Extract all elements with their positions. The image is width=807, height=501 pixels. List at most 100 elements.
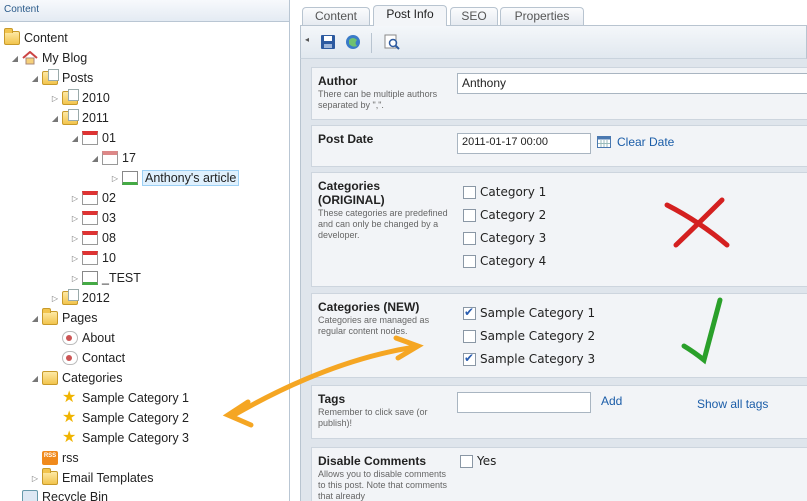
- checkbox-box[interactable]: [463, 254, 476, 268]
- collapsed-arrow-icon[interactable]: ▷: [70, 234, 80, 243]
- checkbox-box[interactable]: [463, 185, 476, 199]
- checkbox-label: Category 1: [480, 185, 547, 199]
- tree-header: Content: [0, 0, 289, 22]
- collapsed-arrow-icon[interactable]: ▷: [30, 474, 40, 483]
- tree-node-2012[interactable]: ▷ 2012: [50, 289, 110, 307]
- checkbox-box[interactable]: [463, 351, 476, 366]
- checkbox-box[interactable]: [463, 231, 476, 245]
- checkbox-box[interactable]: [460, 454, 473, 468]
- preview-icon[interactable]: [384, 34, 400, 50]
- tags-label: Tags: [318, 392, 346, 406]
- tab-post-info[interactable]: Post Info: [373, 5, 447, 26]
- sample-category-1-checkbox[interactable]: Sample Category 1: [463, 305, 595, 320]
- clear-date-link[interactable]: Clear Date: [617, 135, 674, 149]
- categories-folder-icon: [42, 371, 58, 385]
- category-1-checkbox[interactable]: Category 1: [463, 185, 546, 199]
- tags-input[interactable]: [457, 392, 591, 413]
- tree-node-label: _TEST: [102, 271, 141, 285]
- collapsed-arrow-icon[interactable]: ▷: [110, 174, 120, 183]
- post-date-row: Post Date 2011-01-17 00:00 Clear Date: [311, 125, 807, 167]
- editor-panel: Content Post Info SEO Properties ◂ Autho…: [300, 5, 807, 501]
- checkbox-label: Category 3: [480, 231, 547, 245]
- expanded-arrow-icon[interactable]: ◢: [30, 374, 40, 383]
- tree-node-contact[interactable]: Contact: [50, 349, 125, 367]
- expanded-arrow-icon[interactable]: ◢: [70, 134, 80, 143]
- expanded-arrow-icon[interactable]: ◢: [30, 74, 40, 83]
- tree-node-anthonys-article[interactable]: ▷ Anthony's article: [110, 169, 240, 187]
- tree-node-label: Sample Category 2: [82, 411, 190, 425]
- sample-category-3-checkbox[interactable]: Sample Category 3: [463, 351, 596, 366]
- tree-node-2010[interactable]: ▷ 2010: [50, 89, 110, 107]
- tree-node-03[interactable]: ▷ 03: [70, 209, 116, 227]
- tree-node-categories[interactable]: ◢ Categories: [30, 369, 122, 387]
- checkbox-box[interactable]: [463, 208, 476, 222]
- year-folder-icon: [62, 289, 79, 305]
- tree-node-rss[interactable]: RSS rss: [30, 449, 79, 467]
- tree-node-17[interactable]: ◢ 17: [90, 149, 136, 167]
- categories-new-row: Categories (NEW) Categories are managed …: [311, 293, 807, 378]
- tree-node-10[interactable]: ▷ 10: [70, 249, 116, 267]
- tree-node-my-blog[interactable]: ◢ My Blog: [10, 49, 87, 67]
- tree-node-sample-category-3[interactable]: ★ Sample Category 3: [50, 429, 189, 447]
- expanded-arrow-icon[interactable]: ◢: [30, 314, 40, 323]
- checkbox-label: Yes: [477, 454, 497, 468]
- tree-node-label: Sample Category 3: [82, 431, 190, 445]
- author-description: There can be multiple authors separated …: [318, 89, 438, 110]
- tree-node-about[interactable]: About: [50, 329, 115, 347]
- tree-node-label: 02: [102, 191, 116, 205]
- category-3-checkbox[interactable]: Category 3: [463, 231, 546, 245]
- tree-node-sample-category-1[interactable]: ★ Sample Category 1: [50, 389, 189, 407]
- collapsed-arrow-icon[interactable]: ▷: [70, 214, 80, 223]
- add-tag-link[interactable]: Add: [601, 394, 622, 408]
- tab-properties[interactable]: Properties: [500, 7, 584, 25]
- tab-content[interactable]: Content: [302, 7, 370, 25]
- editor-toolbar: ◂: [300, 25, 807, 59]
- tree-node-pages[interactable]: ◢ Pages: [30, 308, 97, 327]
- tags-row: Tags Remember to click save (or publish)…: [311, 385, 807, 439]
- star-icon: ★: [62, 409, 77, 426]
- checkbox-box[interactable]: [463, 329, 476, 343]
- tree-node-content[interactable]: Content: [4, 28, 68, 47]
- tree-node-email-templates[interactable]: ▷ Email Templates: [30, 468, 153, 487]
- collapsed-arrow-icon[interactable]: ▷: [50, 294, 60, 303]
- year-folder-icon: [62, 109, 79, 125]
- sample-category-2-checkbox[interactable]: Sample Category 2: [463, 329, 595, 343]
- document-icon: [122, 171, 138, 185]
- expanded-arrow-icon[interactable]: ◢: [90, 154, 100, 163]
- toolbar-collapse-arrow-icon[interactable]: ◂: [305, 35, 309, 44]
- checkbox-label: Sample Category 3: [480, 352, 596, 366]
- category-4-checkbox[interactable]: Category 4: [463, 254, 546, 268]
- collapsed-arrow-icon[interactable]: ▷: [70, 274, 80, 283]
- tree-node-posts[interactable]: ◢ Posts: [30, 69, 93, 87]
- tree-node-01[interactable]: ◢ 01: [70, 129, 116, 147]
- show-all-tags-link[interactable]: Show all tags: [697, 397, 768, 411]
- expanded-arrow-icon[interactable]: ◢: [50, 114, 60, 123]
- tree-node-recycle-bin[interactable]: Recycle Bin: [22, 488, 108, 501]
- tree-node-label: 08: [102, 231, 116, 245]
- calendar-icon: [82, 211, 98, 225]
- checkbox-label: Sample Category 2: [480, 329, 596, 343]
- tags-description: Remember to click save (or publish)!: [318, 407, 428, 428]
- page-icon: [62, 351, 78, 365]
- post-date-label: Post Date: [318, 132, 374, 146]
- tree-node-sample-category-2[interactable]: ★ Sample Category 2: [50, 409, 189, 427]
- post-date-input[interactable]: 2011-01-17 00:00: [457, 133, 591, 154]
- save-icon[interactable]: [320, 34, 336, 50]
- tree-node-08[interactable]: ▷ 08: [70, 229, 116, 247]
- disable-comments-checkbox[interactable]: Yes: [460, 454, 496, 468]
- collapsed-arrow-icon[interactable]: ▷: [50, 94, 60, 103]
- expanded-arrow-icon[interactable]: ◢: [10, 54, 20, 63]
- calendar-picker-icon[interactable]: [597, 136, 611, 148]
- tree-node-test[interactable]: ▷ _TEST: [70, 269, 141, 287]
- tab-seo[interactable]: SEO: [450, 7, 498, 25]
- categories-new-description: Categories are managed as regular conten…: [318, 315, 430, 336]
- category-2-checkbox[interactable]: Category 2: [463, 208, 546, 222]
- checkbox-box[interactable]: [463, 305, 476, 320]
- day-calendar-icon: [102, 151, 118, 165]
- tree-node-2011[interactable]: ◢ 2011: [50, 109, 109, 127]
- save-and-publish-icon[interactable]: [345, 34, 361, 50]
- collapsed-arrow-icon[interactable]: ▷: [70, 254, 80, 263]
- author-input[interactable]: Anthony: [457, 73, 807, 94]
- tree-node-02[interactable]: ▷ 02: [70, 189, 116, 207]
- collapsed-arrow-icon[interactable]: ▷: [70, 194, 80, 203]
